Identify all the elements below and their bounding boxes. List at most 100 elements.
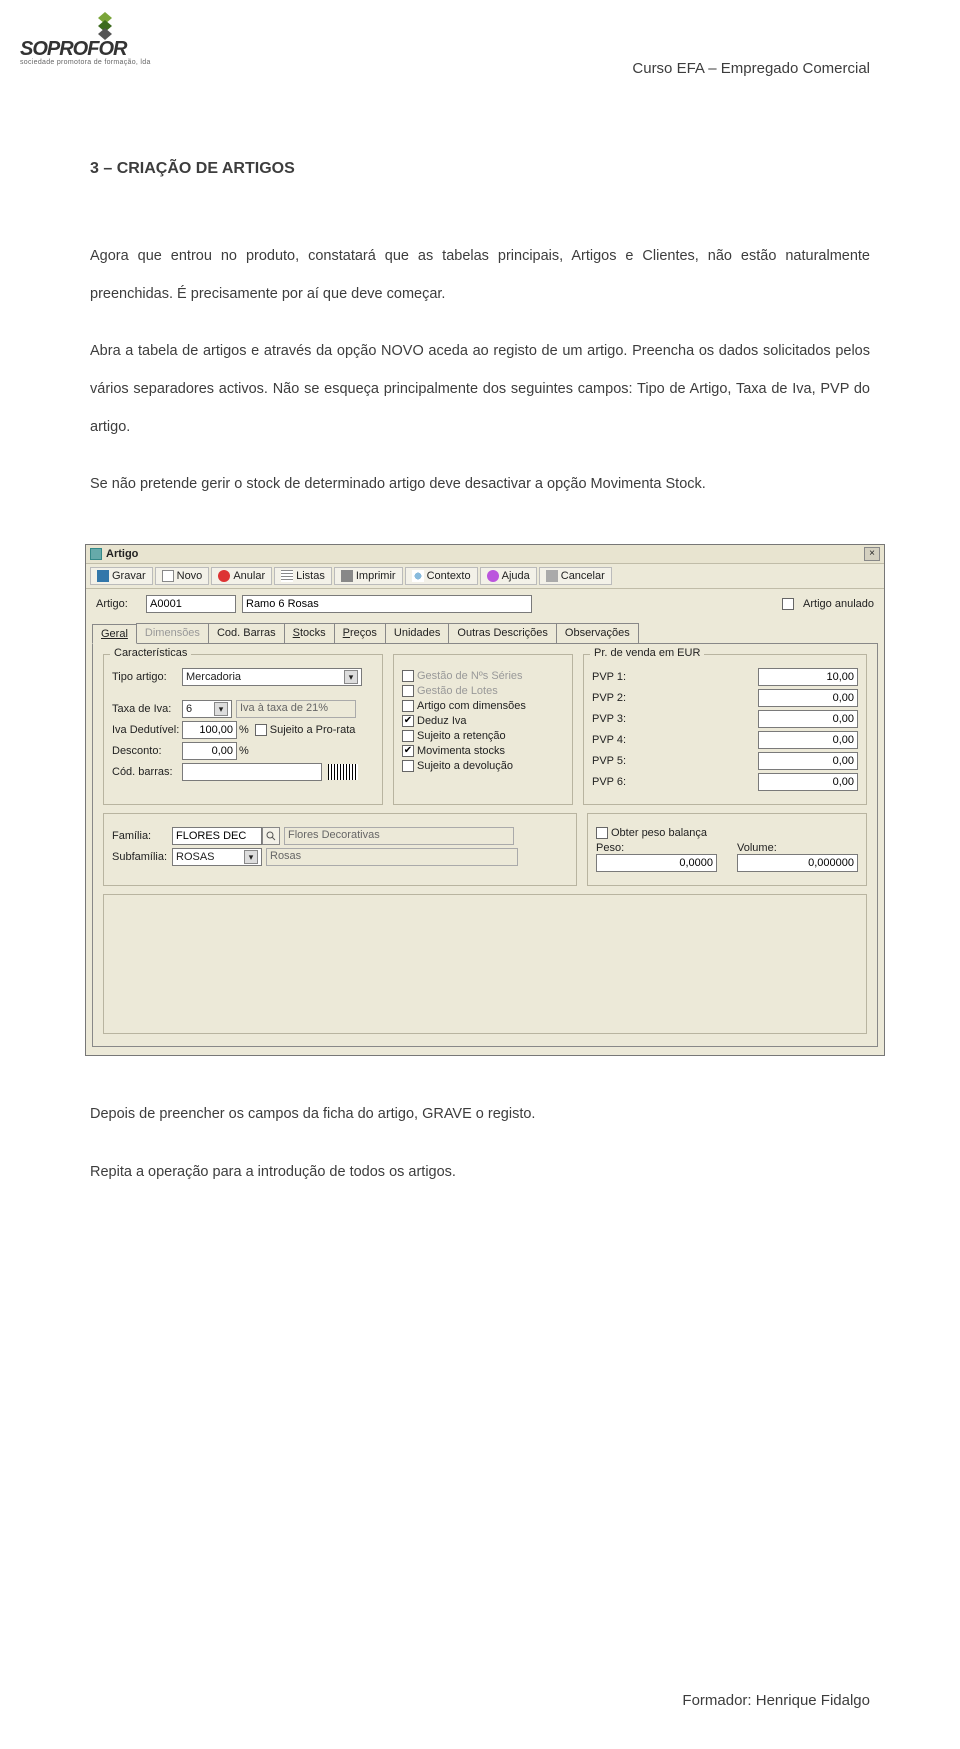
gns-checkbox[interactable] (402, 670, 414, 682)
ajuda-button[interactable]: Ajuda (480, 567, 537, 585)
devolucao-checkbox[interactable] (402, 760, 414, 772)
peso-label: Peso: (596, 842, 717, 854)
deduz-iva-label: Deduz Iva (417, 715, 467, 727)
window-icon (90, 548, 102, 560)
logo-icon (90, 10, 120, 40)
titlebar: Artigo × (86, 545, 884, 564)
pvp4-input[interactable] (758, 731, 858, 749)
toolbar: Gravar Novo Anular Listas Imprimir Conte… (86, 564, 884, 589)
gl-checkbox[interactable] (402, 685, 414, 697)
artigo-anulado-label: Artigo anulado (803, 598, 874, 610)
pvp6-label: PVP 6: (592, 776, 642, 788)
imprimir-button[interactable]: Imprimir (334, 567, 403, 585)
barcode-icon (328, 764, 358, 780)
volume-label: Volume: (737, 842, 858, 854)
iva-dedutivel-input[interactable] (182, 721, 237, 739)
abort-icon (546, 570, 558, 582)
desconto-pct: % (239, 745, 249, 757)
group-caracteristicas-legend: Características (110, 647, 191, 659)
cod-barras-label: Cód. barras: (112, 766, 182, 778)
devolucao-label: Sujeito a devolução (417, 760, 513, 772)
footer-formador: Formador: Henrique Fidalgo (682, 1692, 870, 1709)
cancel-icon (218, 570, 230, 582)
movimenta-stocks-checkbox[interactable] (402, 745, 414, 757)
subfamilia-dropdown[interactable]: ROSAS▾ (172, 848, 262, 866)
retencao-label: Sujeito a retenção (417, 730, 506, 742)
chevron-down-icon: ▾ (214, 702, 228, 716)
tab-strip: Geral Dimensões Cod. Barras Stocks Preço… (86, 623, 884, 643)
tab-cod-barras[interactable]: Cod. Barras (208, 623, 285, 643)
tab-precos[interactable]: Preços (334, 623, 386, 643)
familia-desc: Flores Decorativas (284, 827, 514, 845)
artigo-label: Artigo: (96, 598, 140, 610)
prorata-checkbox[interactable] (255, 724, 267, 736)
pvp4-label: PVP 4: (592, 734, 642, 746)
taxa-iva-note: Iva à taxa de 21% (236, 700, 356, 718)
listas-button[interactable]: Listas (274, 567, 332, 585)
prorata-label: Sujeito a Pro-rata (270, 724, 356, 736)
paragraph-1: Agora que entrou no produto, constatará … (90, 238, 870, 313)
pvp6-input[interactable] (758, 773, 858, 791)
group-pv-legend: Pr. de venda em EUR (590, 647, 704, 659)
tab-geral[interactable]: Geral (92, 624, 137, 644)
pvp1-input[interactable] (758, 668, 858, 686)
taxa-iva-label: Taxa de Iva: (112, 703, 182, 715)
subfamilia-desc: Rosas (266, 848, 518, 866)
artigo-desc-input[interactable] (242, 595, 532, 613)
anular-button[interactable]: Anular (211, 567, 272, 585)
pvp2-input[interactable] (758, 689, 858, 707)
acd-checkbox[interactable] (402, 700, 414, 712)
print-icon (341, 570, 353, 582)
tab-dimensoes[interactable]: Dimensões (136, 623, 209, 643)
contexto-button[interactable]: Contexto (405, 567, 478, 585)
search-icon (266, 831, 276, 841)
tipo-artigo-label: Tipo artigo: (112, 671, 182, 683)
pvp1-label: PVP 1: (592, 671, 642, 683)
obter-peso-checkbox[interactable] (596, 827, 608, 839)
chevron-down-icon: ▾ (344, 670, 358, 684)
artigo-dialog: Artigo × Gravar Novo Anular Listas Impri… (85, 544, 885, 1056)
paragraph-3: Se não pretende gerir o stock de determi… (90, 466, 870, 504)
iva-dedutivel-label: Iva Dedutível: (112, 724, 182, 736)
pvp2-label: PVP 2: (592, 692, 642, 704)
acd-label: Artigo com dimensões (417, 700, 526, 712)
paragraph-2: Abra a tabela de artigos e através da op… (90, 333, 870, 446)
taxa-iva-dropdown[interactable]: 6▾ (182, 700, 232, 718)
deduz-iva-checkbox[interactable] (402, 715, 414, 727)
novo-button[interactable]: Novo (155, 567, 210, 585)
tab-outras[interactable]: Outras Descrições (448, 623, 556, 643)
paragraph-5: Repita a operação para a introdução de t… (90, 1154, 870, 1192)
movimenta-stocks-label: Movimenta stocks (417, 745, 505, 757)
save-icon (97, 570, 109, 582)
tipo-artigo-dropdown[interactable]: Mercadoria▾ (182, 668, 362, 686)
cancelar-button[interactable]: Cancelar (539, 567, 612, 585)
paragraph-4: Depois de preencher os campos da ficha d… (90, 1096, 870, 1134)
window-title: Artigo (106, 548, 138, 560)
familia-input[interactable] (172, 827, 262, 845)
desconto-input[interactable] (182, 742, 237, 760)
gl-label: Gestão de Lotes (417, 685, 498, 697)
logo-brand: SOPROFOR (20, 38, 160, 61)
pvp5-input[interactable] (758, 752, 858, 770)
tab-panel-geral: Características Tipo artigo: Mercadoria▾… (92, 643, 878, 1047)
tab-unidades[interactable]: Unidades (385, 623, 449, 643)
pvp5-label: PVP 5: (592, 755, 642, 767)
new-icon (162, 570, 174, 582)
gns-label: Gestão de Nºs Séries (417, 670, 523, 682)
pvp3-input[interactable] (758, 710, 858, 728)
section-heading: 3 – CRIAÇÃO DE ARTIGOS (90, 160, 870, 178)
tab-observacoes[interactable]: Observações (556, 623, 639, 643)
cod-barras-input[interactable] (182, 763, 322, 781)
close-button[interactable]: × (864, 547, 880, 561)
artigo-code-input[interactable] (146, 595, 236, 613)
volume-input[interactable] (737, 854, 858, 872)
peso-input[interactable] (596, 854, 717, 872)
artigo-anulado-checkbox[interactable] (782, 598, 794, 610)
subfamilia-label: Subfamília: (112, 851, 172, 863)
retencao-checkbox[interactable] (402, 730, 414, 742)
tab-stocks[interactable]: Stocks (284, 623, 335, 643)
familia-lookup-button[interactable] (262, 827, 280, 845)
blank-lower-area (103, 894, 867, 1034)
familia-label: Família: (112, 830, 172, 842)
gravar-button[interactable]: Gravar (90, 567, 153, 585)
